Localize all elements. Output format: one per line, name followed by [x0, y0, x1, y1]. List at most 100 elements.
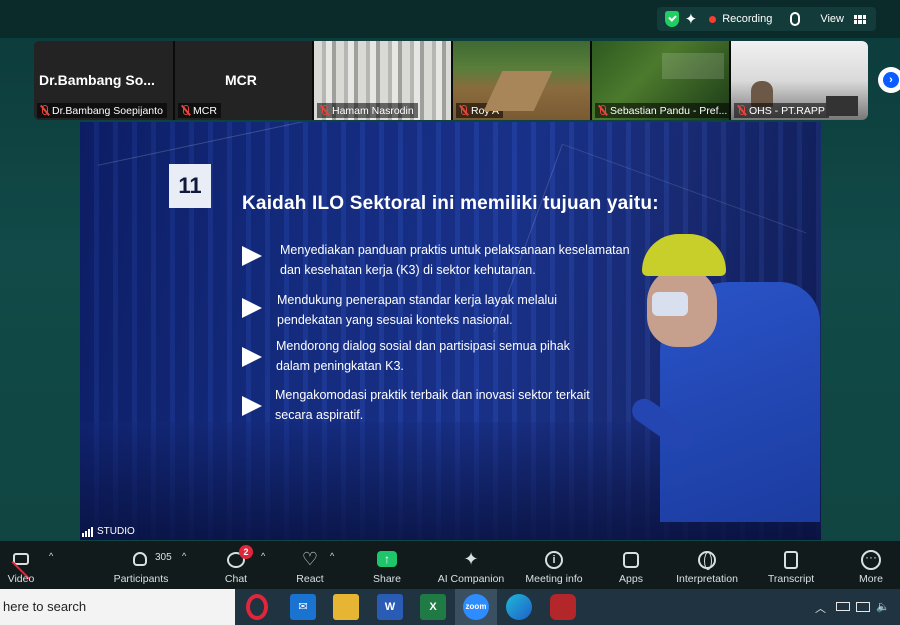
share-label: Share: [372, 573, 402, 585]
participant-tile[interactable]: OHS - PT.RAPP: [731, 41, 868, 120]
participant-label: Roy A: [456, 103, 504, 118]
top-status-controls: ✦ Recording View: [656, 7, 876, 31]
chevron-up-icon[interactable]: ︿: [815, 600, 826, 616]
signal-bars-icon: [82, 527, 93, 537]
participant-name: Dr.Bambang Soepijanto: [52, 104, 163, 117]
studio-label: STUDIO: [82, 526, 135, 537]
react-options-caret[interactable]: ^: [330, 551, 334, 561]
shared-screen: 11 Kaidah ILO Sektoral ini memiliki tuju…: [80, 122, 821, 540]
participant-name: Hamam Nasrodin: [332, 104, 414, 117]
apps-button[interactable]: Apps: [611, 541, 651, 589]
meeting-info-button[interactable]: i Meeting info: [519, 541, 589, 589]
participant-name: Sebastian Pandu - Pref...: [610, 104, 728, 117]
chevron-right-icon: ›: [883, 72, 899, 88]
participant-display-name: MCR: [225, 72, 257, 88]
transcript-icon: [784, 551, 798, 569]
play-triangle-icon: [242, 246, 262, 266]
participant-label: Dr.Bambang Soepijanto: [37, 103, 167, 118]
ai-companion-button[interactable]: ✦ AI Companion: [431, 541, 511, 589]
sparkle-icon[interactable]: ✦: [685, 12, 698, 27]
transcript-button[interactable]: Transcript: [762, 541, 820, 589]
more-dots-icon: ···: [861, 550, 881, 570]
mail-icon[interactable]: ✉: [290, 594, 316, 620]
participant-tile[interactable]: Roy A: [453, 41, 590, 120]
chat-options-caret[interactable]: ^: [261, 551, 265, 561]
interpretation-label: Interpretation: [676, 573, 738, 585]
play-triangle-icon: [242, 347, 262, 367]
recording-label[interactable]: Recording: [722, 13, 772, 25]
muted-mic-icon: [181, 105, 190, 116]
participants-icon: [133, 552, 147, 566]
more-button[interactable]: ··· More: [851, 541, 891, 589]
ai-companion-label: AI Companion: [437, 573, 505, 585]
interpretation-button[interactable]: Interpretation: [668, 541, 746, 589]
bullet-text: Mengakomodasi praktik terbaik dan inovas…: [275, 388, 590, 422]
participant-name: OHS - PT.RAPP: [749, 104, 825, 117]
participant-label: OHS - PT.RAPP: [734, 103, 829, 118]
slide-bullet: Mendukung penerapan standar kerja layak …: [80, 290, 821, 334]
heart-icon: ♡: [301, 549, 319, 569]
file-explorer-icon[interactable]: [333, 594, 359, 620]
shield-check-icon[interactable]: [664, 11, 679, 27]
edge-icon[interactable]: [506, 594, 532, 620]
video-camera-off-icon: [11, 553, 31, 581]
excel-icon[interactable]: X: [420, 594, 446, 620]
share-screen-icon: ↑: [377, 551, 397, 567]
video-options-caret[interactable]: ^: [49, 551, 53, 561]
network-icon[interactable]: [856, 602, 870, 612]
slide-bullet: Mengakomodasi praktik terbaik dan inovas…: [80, 385, 821, 429]
participant-strip: Dr.Bambang So... Dr.Bambang Soepijanto M…: [34, 41, 868, 120]
participant-label: Hamam Nasrodin: [317, 103, 418, 118]
windows-taskbar: here to search ✉ W X zoom ︿ 🔈: [0, 589, 900, 625]
muted-mic-icon: [737, 105, 746, 116]
globe-icon: [698, 551, 716, 570]
speaker-icon[interactable]: 🔈: [876, 600, 890, 613]
bullet-text: Mendukung penerapan standar kerja layak …: [277, 293, 558, 327]
react-label: React: [296, 573, 324, 585]
info-icon: i: [545, 551, 563, 569]
app-icon[interactable]: [550, 594, 576, 620]
meeting-controls: Video ^ 305 Participants ^ 2 Chat ^ ♡ Re…: [0, 541, 900, 589]
zoom-icon[interactable]: zoom: [463, 594, 489, 620]
participant-tile[interactable]: MCR MCR: [175, 41, 312, 120]
bullet-text: Menyediakan panduan praktis untuk pelaks…: [280, 243, 630, 277]
participants-options-caret[interactable]: ^: [182, 551, 186, 561]
apps-icon: [623, 552, 639, 568]
battery-icon[interactable]: [836, 602, 850, 611]
participants-count: 305: [155, 552, 172, 563]
muted-mic-icon: [320, 105, 329, 116]
chat-label: Chat: [224, 573, 248, 585]
chat-unread-badge: 2: [239, 545, 253, 559]
view-button[interactable]: View: [820, 13, 844, 25]
participants-button[interactable]: 305 Participants: [105, 541, 177, 589]
participant-tile[interactable]: Hamam Nasrodin: [314, 41, 451, 120]
muted-mic-icon: [459, 105, 468, 116]
video-button[interactable]: Video: [0, 541, 42, 589]
meeting-info-label: Meeting info: [525, 573, 583, 585]
meeting-top-bar: ✦ Recording View: [0, 0, 900, 38]
taskbar-search-input[interactable]: here to search: [0, 589, 235, 625]
grid-icon[interactable]: [854, 14, 866, 24]
word-icon[interactable]: W: [377, 594, 403, 620]
slide-title: Kaidah ILO Sektoral ini memiliki tujuan …: [242, 193, 659, 214]
slide-bullet: Mendorong dialog sosial dan partisipasi …: [80, 336, 821, 380]
participant-tile[interactable]: Dr.Bambang So... Dr.Bambang Soepijanto: [34, 41, 173, 120]
slide-bullet: Menyediakan panduan praktis untuk pelaks…: [80, 240, 821, 284]
participant-name: Roy A: [471, 104, 500, 117]
share-button[interactable]: ↑ Share: [367, 541, 407, 589]
react-button[interactable]: ♡ React: [290, 541, 330, 589]
participant-label: Sebastian Pandu - Pref...: [595, 103, 729, 118]
participant-name: MCR: [193, 104, 217, 117]
participant-tile[interactable]: Sebastian Pandu - Pref...: [592, 41, 729, 120]
participants-label: Participants: [113, 573, 169, 585]
chat-button[interactable]: 2 Chat: [216, 541, 256, 589]
transcript-label: Transcript: [767, 573, 815, 585]
participant-label: MCR: [178, 103, 221, 118]
next-page-button[interactable]: ›: [878, 67, 900, 93]
opera-icon[interactable]: [246, 594, 268, 620]
participant-display-name: Dr.Bambang So...: [39, 72, 155, 88]
studio-text: STUDIO: [97, 526, 135, 537]
muted-mic-icon: [40, 105, 49, 116]
ai-sparkle-icon: ✦: [463, 549, 479, 569]
microphone-icon[interactable]: [790, 12, 801, 26]
